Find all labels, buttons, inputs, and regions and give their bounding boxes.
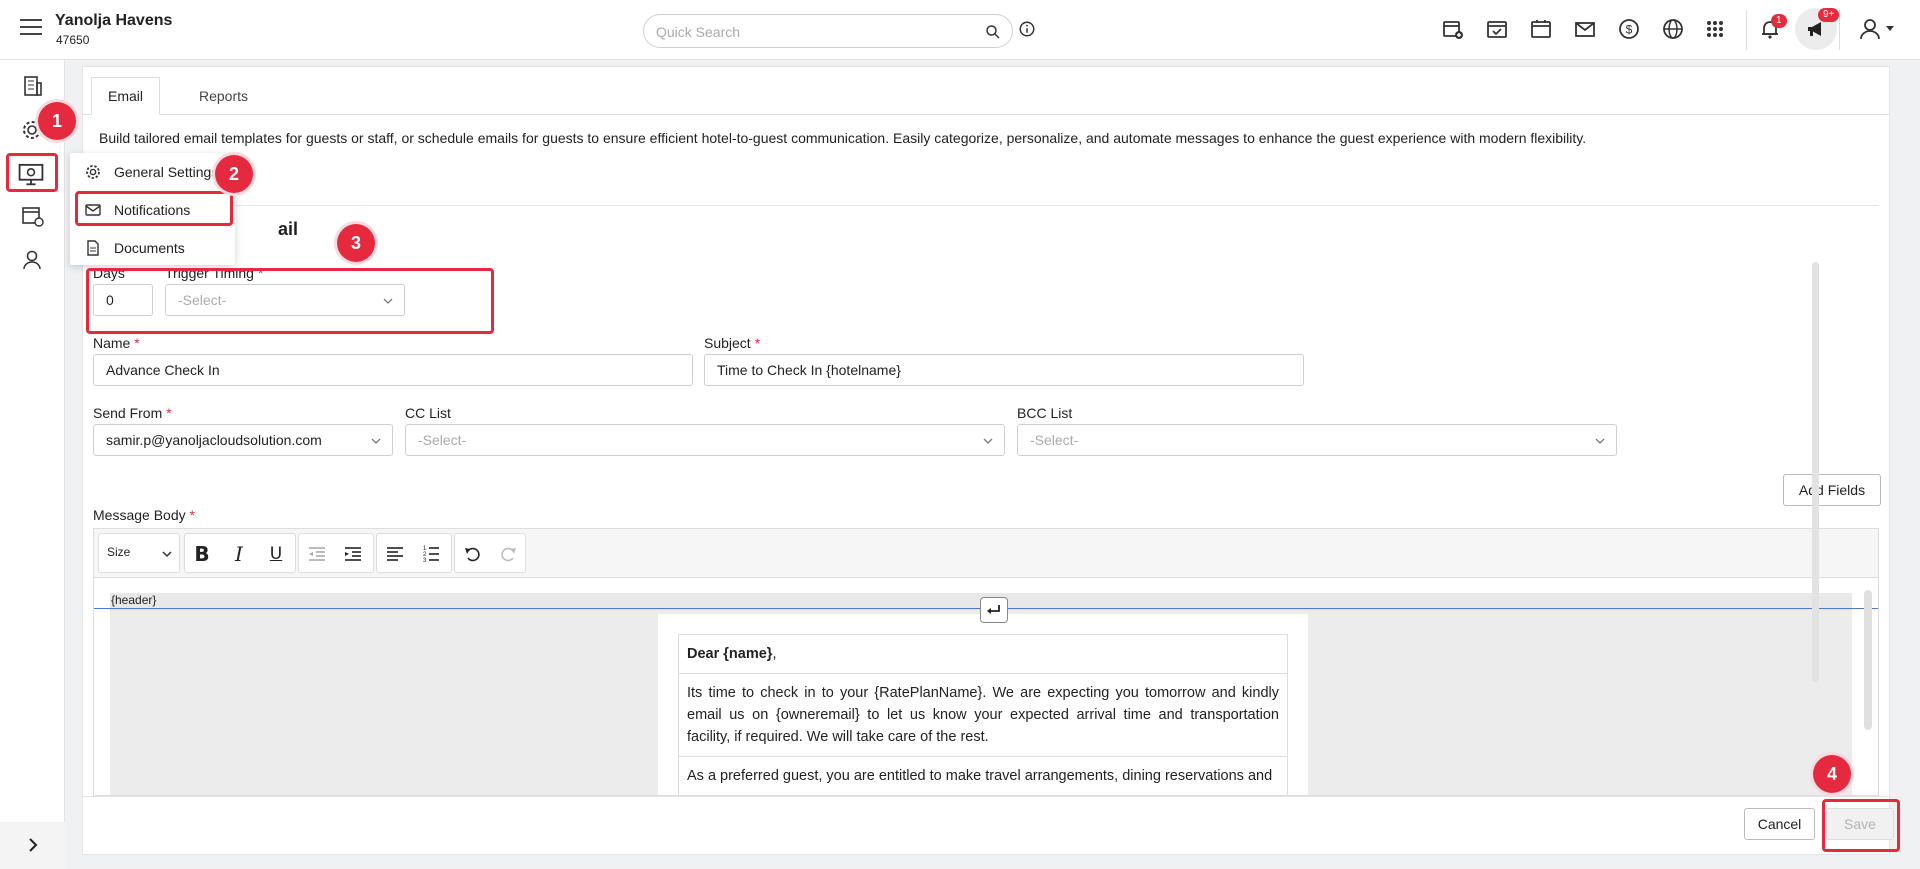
cc-list-select[interactable]: -Select-	[405, 424, 1005, 456]
insert-line-button[interactable]	[980, 597, 1008, 623]
dollar-icon[interactable]: $	[1617, 17, 1641, 41]
history-group	[454, 533, 526, 573]
mail-icon[interactable]	[1573, 17, 1597, 41]
name-label: Name *	[93, 335, 140, 351]
text-format-group: B I U	[184, 533, 296, 573]
form-footer: Cancel Save	[83, 796, 1894, 854]
chevron-down-icon	[371, 438, 381, 444]
svg-text:$: $	[1626, 23, 1633, 37]
info-icon[interactable]	[1018, 20, 1036, 38]
bcc-list-select[interactable]: -Select-	[1017, 424, 1617, 456]
tab-reports[interactable]: Reports	[183, 77, 264, 115]
highlight-trigger-fields	[86, 268, 494, 334]
bcc-list-label: BCC List	[1017, 405, 1073, 421]
name-field[interactable]: Advance Check In	[93, 354, 693, 386]
outdent-icon[interactable]	[306, 543, 328, 565]
globe-icon[interactable]	[1661, 17, 1685, 41]
gear-icon	[86, 165, 100, 179]
chevron-down-icon	[1595, 438, 1605, 444]
user-menu[interactable]	[1858, 17, 1898, 41]
tab-divider	[83, 114, 1889, 115]
submenu-item-documents[interactable]: Documents	[84, 234, 185, 262]
section-title: ail	[278, 219, 299, 239]
align-group: 123	[376, 533, 452, 573]
highlight-nav-monitor	[6, 153, 58, 192]
building-icon[interactable]	[18, 72, 46, 100]
send-from-label: Send From *	[93, 405, 172, 421]
bold-icon[interactable]: B	[191, 542, 213, 566]
send-from-value: samir.p@yanoljacloudsolution.com	[106, 432, 322, 448]
editor-scrollbar[interactable]	[1864, 590, 1872, 730]
subject-label: Subject *	[704, 335, 761, 351]
chevron-down-icon	[983, 438, 993, 444]
apps-grid-icon[interactable]	[1703, 17, 1727, 41]
cancel-button[interactable]: Cancel	[1744, 808, 1815, 840]
chevron-down-icon	[162, 551, 172, 558]
underline-icon[interactable]: U	[265, 543, 287, 565]
search-icon[interactable]	[984, 23, 1002, 41]
cc-list-label: CC List	[405, 405, 451, 421]
message-body-label: Message Body *	[93, 507, 195, 523]
highlight-notifications	[75, 191, 233, 226]
italic-icon[interactable]: I	[228, 542, 250, 566]
quick-search-box[interactable]	[643, 14, 1013, 48]
add-fields-button[interactable]: Add Fields	[1783, 474, 1881, 506]
email-paragraph: As a preferred guest, you are entitled t…	[679, 757, 1287, 795]
expand-nav-button[interactable]	[0, 822, 65, 869]
bcc-list-placeholder: -Select-	[1030, 432, 1079, 448]
indent-group	[298, 533, 374, 573]
editor-toolbar: Size B I U 123	[93, 528, 1879, 578]
divider	[93, 205, 1879, 206]
message-body-editor[interactable]: {header} Dear {name}, Its time to check …	[93, 578, 1879, 796]
send-from-select[interactable]: samir.p@yanoljacloudsolution.com	[93, 424, 393, 456]
top-bar: Yanolja Havens 47650 $ 1 9+	[0, 0, 1920, 60]
email-greeting: Dear {name},	[679, 635, 1287, 674]
step-callout-4: 4	[1813, 755, 1851, 793]
enter-icon	[987, 605, 1000, 614]
undo-icon[interactable]	[462, 543, 484, 565]
document-icon	[87, 240, 99, 256]
cc-list-placeholder: -Select-	[418, 432, 467, 448]
email-paragraph: Its time to check in to your {RatePlanNa…	[679, 674, 1287, 757]
divider	[1839, 10, 1840, 50]
calendar-settings-icon[interactable]	[18, 202, 46, 230]
calendar-check-icon[interactable]	[1485, 17, 1509, 41]
redo-icon[interactable]	[497, 543, 519, 565]
step-callout-2: 2	[215, 155, 253, 193]
font-size-label: Size	[107, 545, 131, 559]
page-scrollbar[interactable]	[1812, 262, 1819, 682]
numbered-list-icon[interactable]: 123	[420, 543, 442, 565]
submenu-item-general-settings[interactable]: General Settings	[84, 158, 218, 186]
main-panel: Email Reports Build tailored email templ…	[82, 66, 1894, 855]
calendar-icon[interactable]	[1529, 17, 1553, 41]
calendar-add-icon[interactable]	[1441, 17, 1465, 41]
step-callout-3: 3	[337, 224, 375, 262]
subject-field[interactable]: Time to Check In {hotelname}	[704, 354, 1304, 386]
email-content-table: Dear {name}, Its time to check in to you…	[678, 634, 1288, 795]
hotel-id: 47650	[56, 33, 90, 47]
hotel-name: Yanolja Havens	[55, 12, 173, 29]
svg-text:3: 3	[423, 558, 427, 564]
align-left-icon[interactable]	[384, 543, 406, 565]
announcement-badge: 9+	[1818, 8, 1840, 22]
user-icon[interactable]	[18, 246, 46, 274]
hamburger-menu-icon[interactable]	[20, 19, 42, 39]
page-description: Build tailored email templates for guest…	[99, 130, 1587, 146]
divider	[1746, 10, 1747, 50]
indent-icon[interactable]	[342, 543, 364, 565]
step-callout-1: 1	[38, 102, 76, 140]
chevron-right-icon	[29, 838, 38, 852]
notification-badge: 1	[1771, 14, 1787, 28]
highlight-save	[1822, 799, 1900, 852]
search-input[interactable]	[656, 22, 956, 42]
email-template-card: Dear {name}, Its time to check in to you…	[658, 614, 1308, 795]
tab-email[interactable]: Email	[91, 77, 161, 115]
font-size-select[interactable]: Size	[98, 533, 180, 573]
